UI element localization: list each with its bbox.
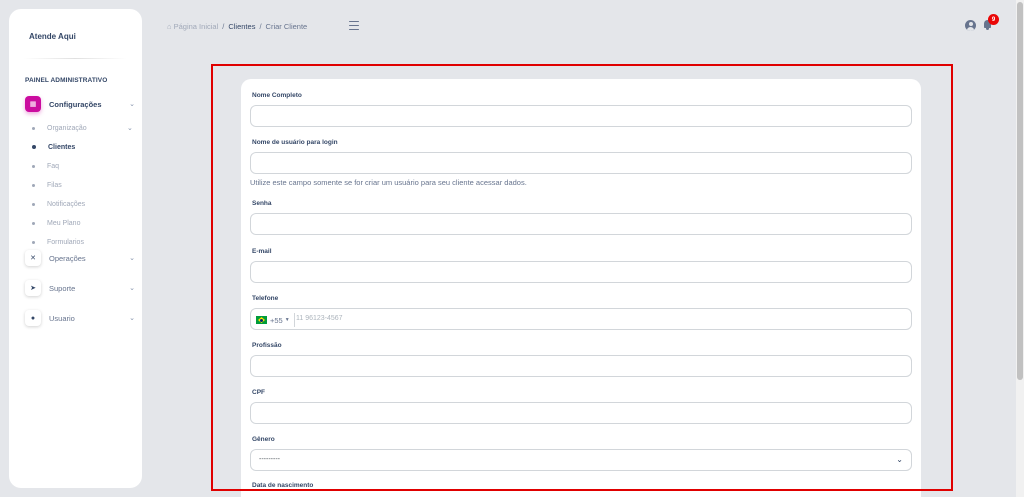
user-account-icon[interactable] xyxy=(965,20,976,31)
country-code-selector[interactable]: +55 ▼ xyxy=(256,313,295,327)
brazil-flag-icon xyxy=(256,316,267,324)
scrollbar-thumb[interactable] xyxy=(1017,2,1023,380)
breadcrumb-separator: / xyxy=(222,22,225,31)
cpf-input[interactable] xyxy=(250,402,912,424)
bullet-icon xyxy=(32,183,35,187)
notification-badge: 9 xyxy=(988,14,999,25)
sidebar-item-suporte[interactable]: ➤ Suporte ⌄ xyxy=(25,279,135,297)
sidebar-subitem-filas[interactable]: Filas xyxy=(32,179,62,191)
label-username: Nome de usuário para login xyxy=(252,139,338,146)
telefone-input[interactable]: +55 ▼ 11 96123-4567 xyxy=(250,308,912,330)
label-genero: Gênero xyxy=(252,436,275,443)
sidebar-subitem-faq[interactable]: Faq xyxy=(32,160,59,172)
label-telefone: Telefone xyxy=(252,295,279,302)
genero-select[interactable]: --------- ⌄ xyxy=(250,449,912,471)
tools-icon: ✕ xyxy=(25,250,41,266)
bullet-icon xyxy=(32,202,35,206)
profissao-input[interactable] xyxy=(250,355,912,377)
bullet-icon xyxy=(32,164,35,168)
sidebar-section-title: PAINEL ADMINISTRATIVO xyxy=(25,77,108,84)
label-senha: Senha xyxy=(252,200,272,207)
bullet-icon xyxy=(32,221,35,225)
chevron-down-icon: ⌄ xyxy=(129,255,135,262)
sidebar-subitem-label: Clientes xyxy=(48,143,76,151)
divider xyxy=(23,58,127,59)
sidebar-subitem-label: Meu Plano xyxy=(47,219,81,227)
sidebar-subitem-meu-plano[interactable]: Meu Plano xyxy=(32,217,80,229)
label-profissao: Profissão xyxy=(252,342,282,349)
label-data-nascimento: Data de nascimento xyxy=(252,482,314,489)
sidebar-subitem-notificacoes[interactable]: Notificações xyxy=(32,198,85,210)
senha-input[interactable] xyxy=(250,213,912,235)
username-help-text: Utilize este campo somente se for criar … xyxy=(250,178,527,187)
breadcrumb-clientes[interactable]: Clientes xyxy=(228,22,255,31)
breadcrumb-current: Criar Cliente xyxy=(265,22,308,31)
username-input[interactable] xyxy=(250,152,912,174)
brand-name[interactable]: Atende Aqui xyxy=(29,32,76,41)
genero-selected-value: --------- xyxy=(259,456,280,463)
chevron-down-icon: ⌄ xyxy=(127,125,133,132)
create-client-form: Nome Completo Nome de usuário para login… xyxy=(241,79,921,497)
sidebar-item-label: Usuario xyxy=(49,313,75,323)
sidebar-item-label: Suporte xyxy=(49,283,76,293)
sidebar-subitem-organizacao[interactable]: Organização ⌄ xyxy=(32,122,133,134)
sidebar-item-label: Configurações xyxy=(49,99,102,109)
chevron-down-icon: ⌄ xyxy=(129,101,135,108)
users-icon: ● xyxy=(25,310,41,326)
sidebar-item-operacoes[interactable]: ✕ Operações ⌄ xyxy=(25,249,135,267)
bullet-icon xyxy=(32,240,35,244)
sidebar-item-usuario[interactable]: ● Usuario ⌄ xyxy=(25,309,135,327)
hamburger-menu-icon[interactable] xyxy=(349,21,359,30)
rocket-icon: ➤ xyxy=(25,280,41,296)
caret-down-icon: ▼ xyxy=(284,317,290,323)
sidebar-item-label: Operações xyxy=(49,253,86,263)
breadcrumb-separator: / xyxy=(259,22,262,31)
dial-code: +55 xyxy=(270,315,283,325)
chevron-down-icon: ⌄ xyxy=(896,455,903,464)
email-input[interactable] xyxy=(250,261,912,283)
telefone-placeholder: 11 96123-4567 xyxy=(296,315,343,322)
nome-completo-input[interactable] xyxy=(250,105,912,127)
label-email: E-mail xyxy=(252,248,272,255)
breadcrumb-home-label: Página Inicial xyxy=(173,22,219,31)
bullet-icon xyxy=(32,126,35,130)
breadcrumb-home[interactable]: ⌂ Página Inicial xyxy=(167,22,218,31)
sidebar-subitem-formularios[interactable]: Formularios xyxy=(32,236,84,248)
label-nome-completo: Nome Completo xyxy=(252,92,302,99)
sidebar-subitem-label: Formularios xyxy=(47,238,84,246)
sidebar-subitem-label: Notificações xyxy=(47,200,86,208)
sidebar-item-configuracoes[interactable]: ▦ Configurações ⌄ xyxy=(25,95,135,113)
chevron-down-icon: ⌄ xyxy=(129,285,135,292)
chevron-down-icon: ⌄ xyxy=(129,315,135,322)
sidebar-subitem-label: Filas xyxy=(47,181,62,189)
breadcrumb: ⌂ Página Inicial / Clientes / Criar Clie… xyxy=(167,22,307,31)
sidebar-subitem-label: Faq xyxy=(47,162,60,170)
building-icon: ▦ xyxy=(25,96,41,112)
sidebar-subitem-clientes[interactable]: Clientes xyxy=(32,141,75,153)
bullet-icon xyxy=(32,145,36,149)
sidebar: Atende Aqui PAINEL ADMINISTRATIVO ▦ Conf… xyxy=(9,9,142,488)
label-cpf: CPF xyxy=(252,389,265,396)
sidebar-subitem-label: Organização xyxy=(47,124,87,132)
divider xyxy=(293,313,295,327)
